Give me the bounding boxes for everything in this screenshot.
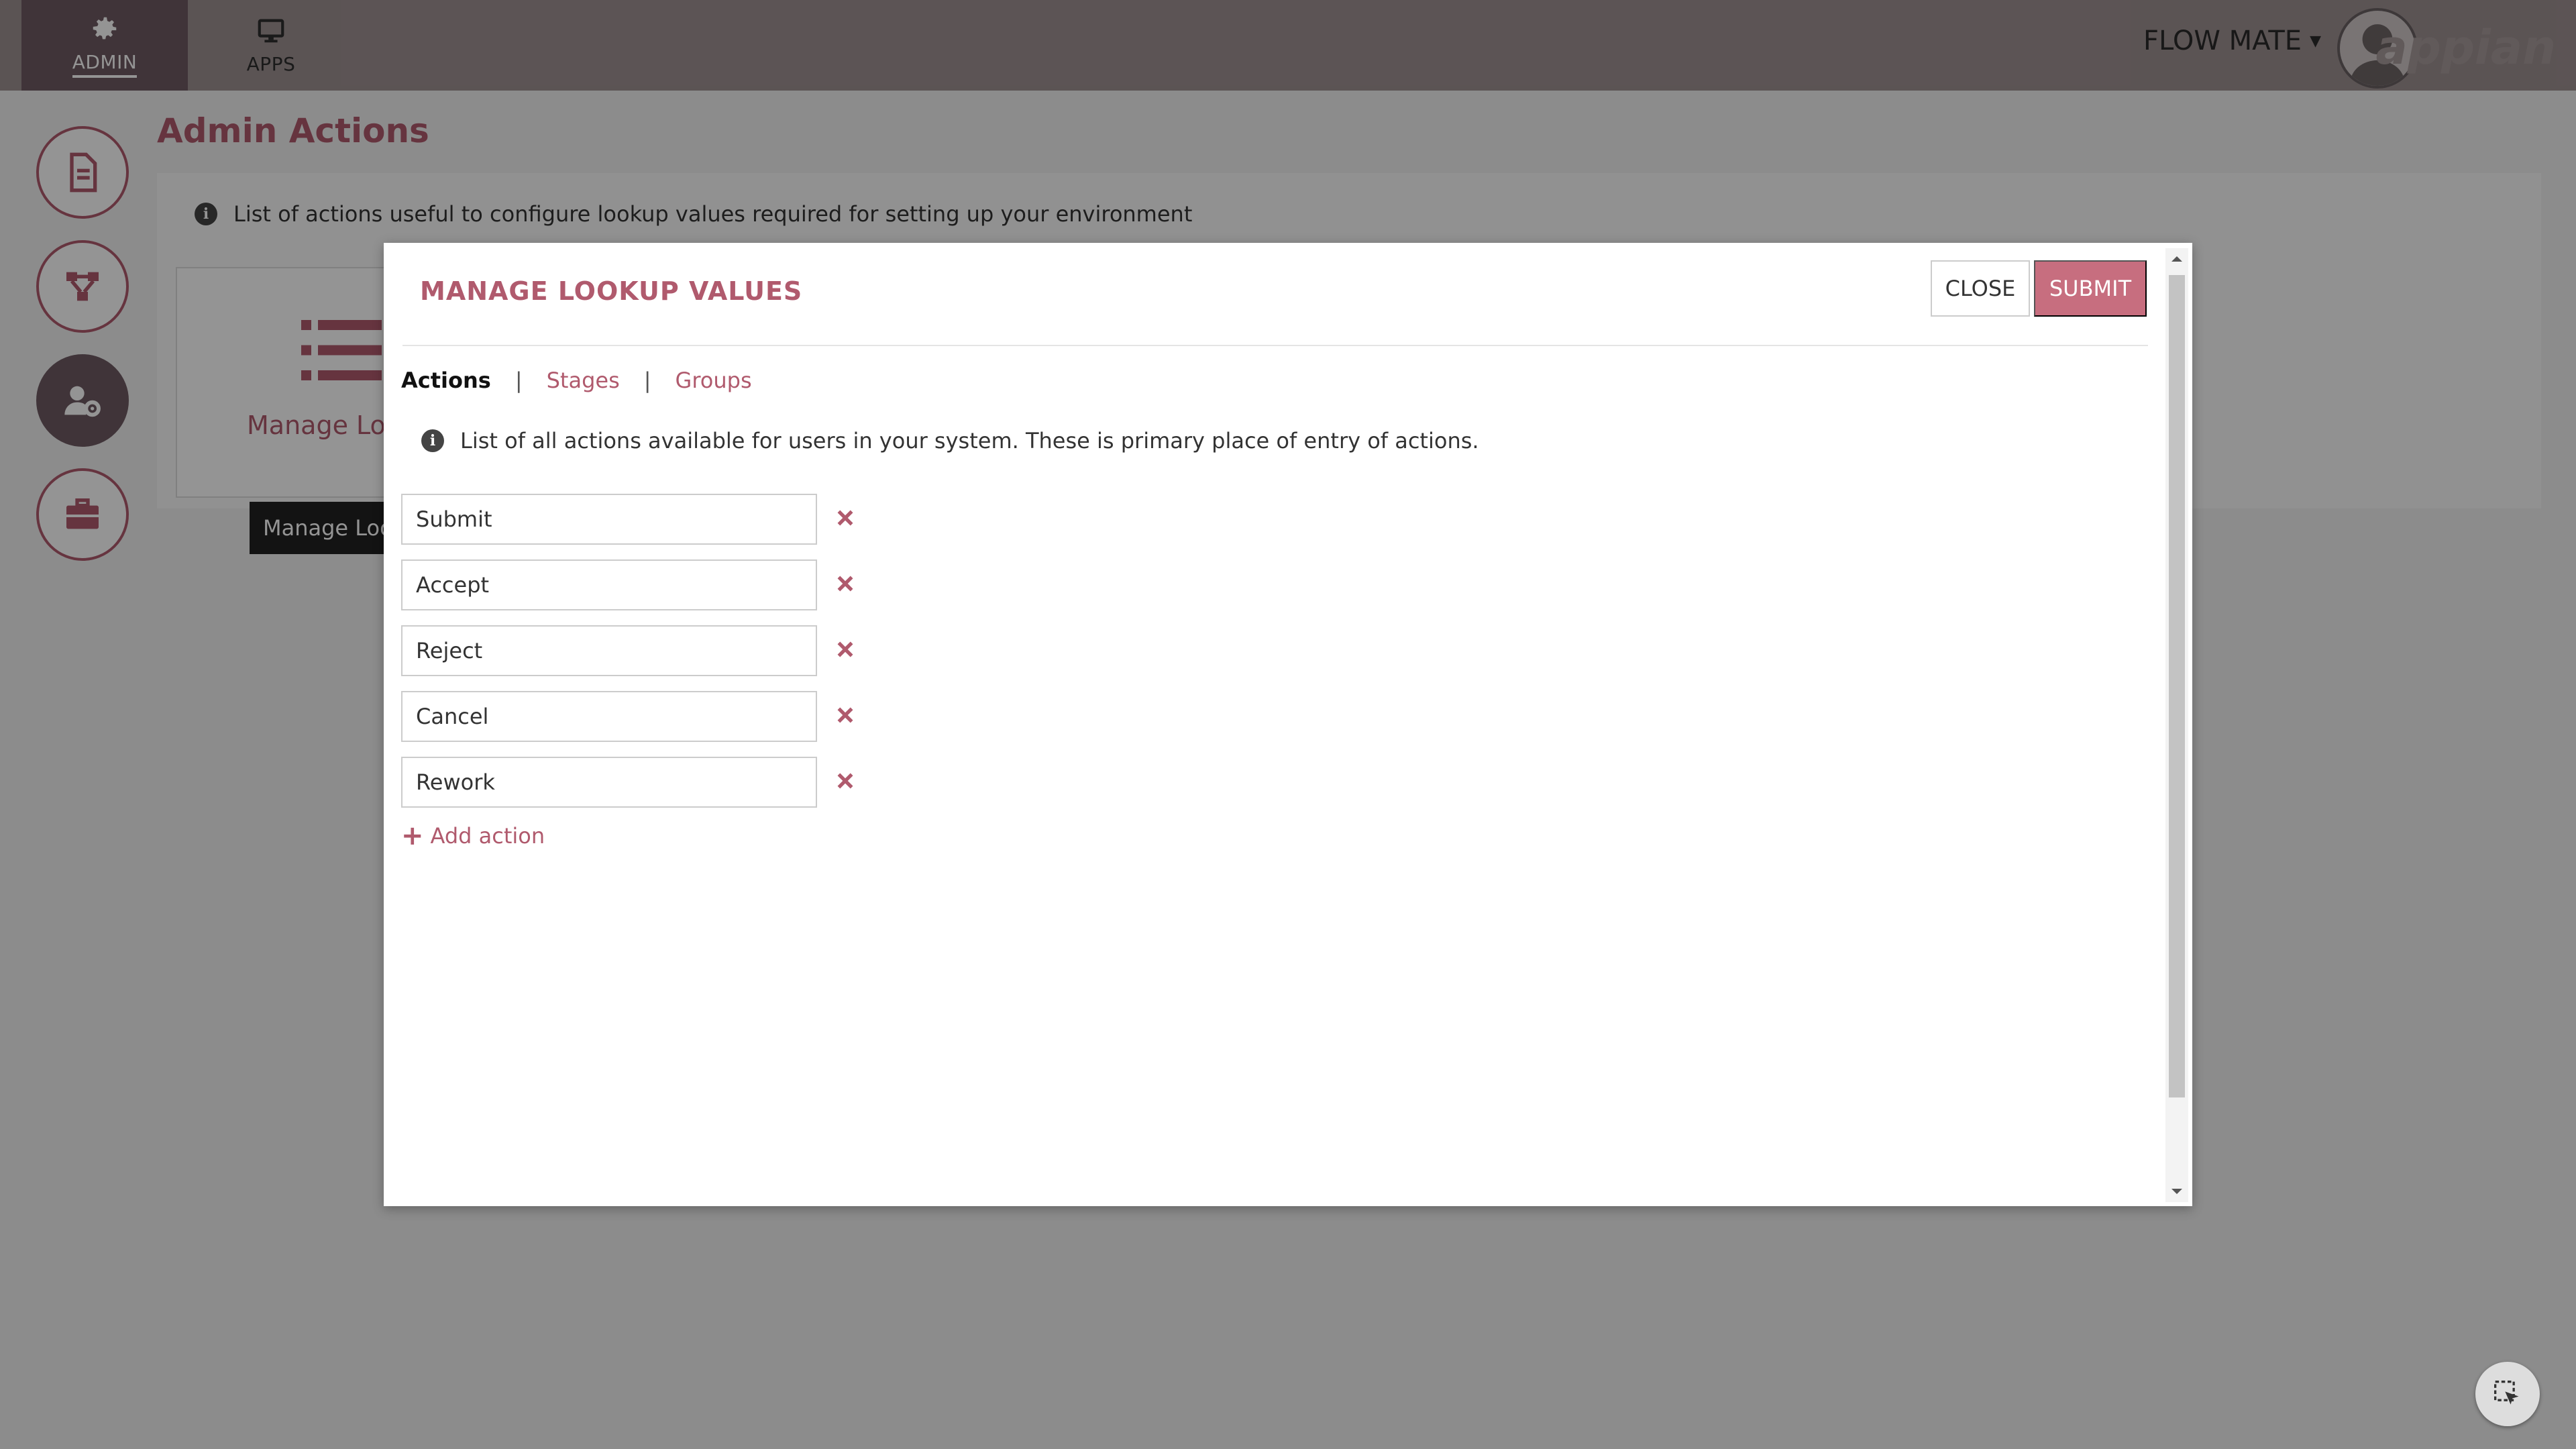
- action-row: [401, 559, 853, 610]
- action-row: [401, 691, 853, 742]
- dialog-info: i List of all actions available for user…: [421, 428, 1479, 453]
- scrollbar[interactable]: [2165, 248, 2188, 1202]
- tab-groups[interactable]: Groups: [676, 368, 752, 393]
- tab-separator: |: [643, 368, 651, 393]
- action-input[interactable]: [401, 625, 817, 676]
- action-input[interactable]: [401, 494, 817, 545]
- tab-stages[interactable]: Stages: [547, 368, 620, 393]
- plus-icon: +: [401, 820, 424, 851]
- close-button[interactable]: CLOSE: [1931, 260, 2030, 317]
- remove-icon[interactable]: [830, 503, 860, 533]
- remove-icon[interactable]: [830, 635, 860, 664]
- add-action-label: Add action: [430, 823, 545, 849]
- action-input[interactable]: [401, 757, 817, 808]
- add-action-link[interactable]: + Add action: [401, 822, 545, 849]
- scroll-up-icon[interactable]: [2170, 252, 2184, 266]
- tab-bar: Actions | Stages | Groups: [401, 368, 752, 393]
- feedback-button[interactable]: [2475, 1362, 2540, 1426]
- divider: [402, 345, 2148, 346]
- tab-actions[interactable]: Actions: [401, 368, 491, 393]
- action-row: [401, 494, 853, 545]
- action-input[interactable]: [401, 559, 817, 610]
- remove-icon[interactable]: [830, 766, 860, 796]
- info-icon: i: [421, 429, 444, 452]
- dialog-info-text: List of all actions available for users …: [460, 428, 1479, 453]
- submit-button[interactable]: SUBMIT: [2034, 260, 2147, 317]
- remove-icon[interactable]: [830, 569, 860, 598]
- scroll-thumb[interactable]: [2169, 275, 2185, 1097]
- action-row: [401, 625, 853, 676]
- dialog-title: MANAGE LOOKUP VALUES: [420, 276, 803, 306]
- remove-icon[interactable]: [830, 700, 860, 730]
- manage-lookup-dialog: MANAGE LOOKUP VALUES CLOSE SUBMIT Action…: [384, 243, 2192, 1206]
- action-input[interactable]: [401, 691, 817, 742]
- scroll-down-icon[interactable]: [2170, 1185, 2184, 1198]
- tab-separator: |: [515, 368, 523, 393]
- cursor-select-icon: [2494, 1381, 2519, 1405]
- action-row: [401, 757, 853, 808]
